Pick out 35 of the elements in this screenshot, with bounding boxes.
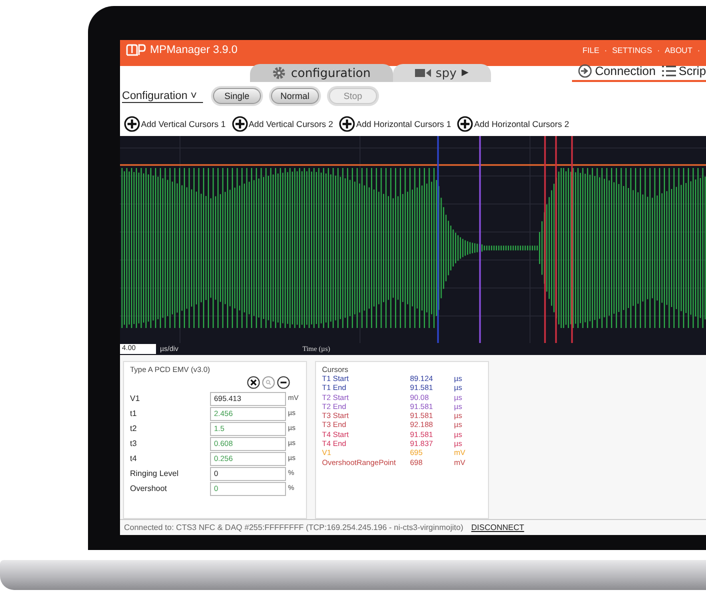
add-icon[interactable] [232,116,248,132]
field-label: t3 [130,439,138,448]
field-label: Overshoot [130,484,168,493]
menu-separator: · [604,46,608,54]
field-label: t4 [130,454,138,463]
list-icon [662,65,676,77]
connection-status: Connected to: CTS3 NFC & DAQ #255:FFFFFFFF (TCP:169.254.245.196 - ni-cts3-virginmojito) [124,523,464,532]
field-label: t2 [130,424,138,433]
field-label: t1 [130,409,138,418]
field-label: Ringing Level [130,469,180,478]
add-cursor-link[interactable]: Add Horizontal Cursors 2 [474,119,570,129]
field-label: V1 [130,394,141,403]
menu-separator: · [657,46,660,54]
close-icon[interactable] [247,376,260,389]
add-icon[interactable] [124,116,140,132]
nav-tab[interactable]: Connection [594,64,656,78]
gear-icon [272,66,286,80]
add-icon[interactable] [339,116,356,132]
add-cursor-link[interactable]: Add Horizontal Cursors 1 [356,119,452,129]
add-cursor-link[interactable]: Add Vertical Cursors 2 [248,119,334,129]
tab[interactable]: spy ▶ [392,64,491,82]
logo-icon [126,44,146,56]
tab[interactable]: configuration [250,64,393,82]
mode-button[interactable]: Single [212,88,261,104]
menu-separator: · [697,46,700,54]
nav-tab[interactable]: Scrip [678,64,706,78]
add-icon[interactable] [457,116,474,132]
add-cursor-link[interactable]: Add Vertical Cursors 1 [141,119,226,129]
mode-button[interactable]: Normal [270,88,319,104]
connection-icon [578,64,592,78]
app-title: MPManager 3.9.0 [150,44,238,56]
disconnect-link[interactable]: DISCONNECT [471,523,524,532]
configuration-dropdown[interactable]: Configuration ˅ [122,90,203,102]
camera-icon [414,68,431,78]
minus-icon[interactable] [277,376,290,389]
